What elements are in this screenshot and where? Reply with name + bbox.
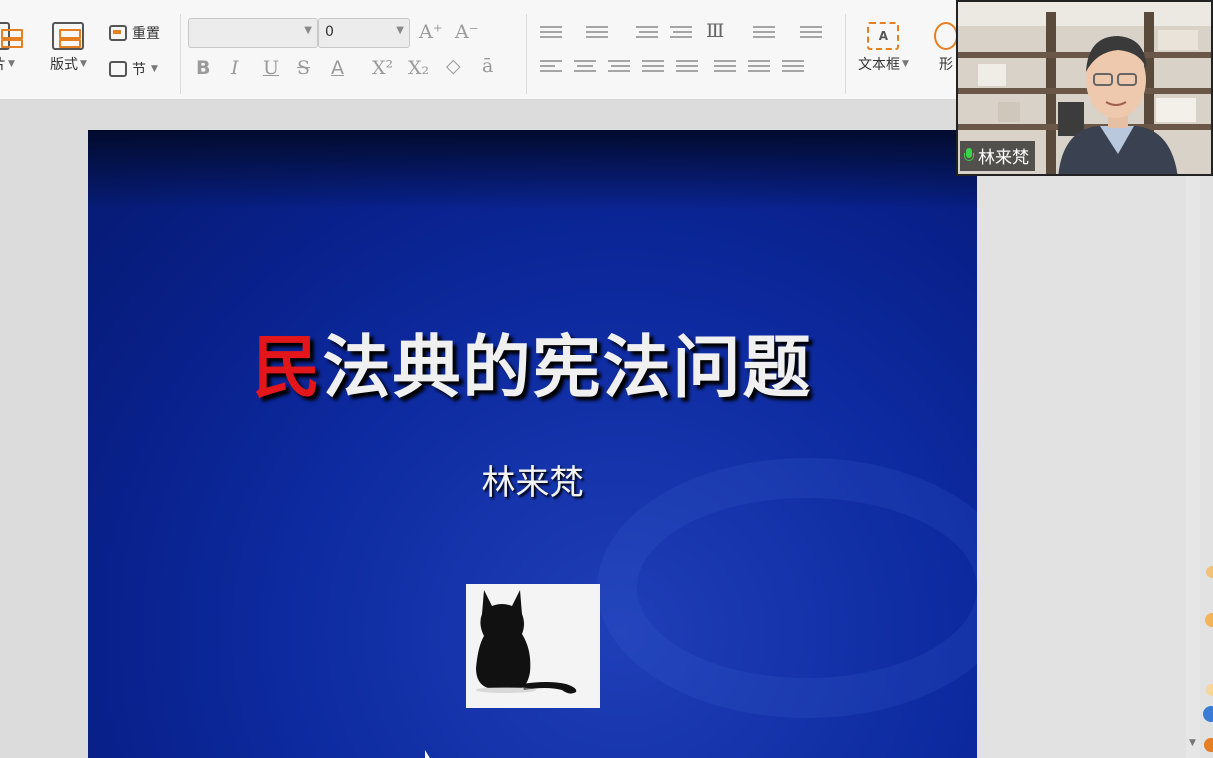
title-highlight: 民 [252,329,323,408]
vertical-scrollbar[interactable] [1186,176,1200,758]
subscript-icon[interactable]: X₂ [408,57,429,79]
scroll-down-icon[interactable]: ▼ [1189,738,1196,748]
participant-name-tag: 林来梵 [960,141,1035,171]
cat-image[interactable] [466,584,600,708]
text-box-icon: A [867,22,900,50]
justify-icon[interactable] [642,60,664,78]
title-text: 法典的宪法问题 [322,329,813,408]
numbered-list-icon[interactable] [586,26,608,44]
divider [526,14,527,94]
font-size-select[interactable]: 0 ▼ [318,18,410,48]
shape-button[interactable]: 形 [934,22,958,74]
font-name-select[interactable]: ▼ [188,18,318,48]
chevron-down-icon: ▼ [396,25,404,36]
eraser-icon[interactable]: ◇ [446,55,461,77]
divider [180,14,181,94]
align-right-icon[interactable] [608,60,630,78]
layout-button[interactable]: 版式 ▼ [50,22,87,74]
italic-icon[interactable]: I [231,57,239,79]
bold-icon[interactable]: B [196,57,210,79]
line-spacing-icon[interactable] [800,26,822,44]
chevron-down-icon: ▼ [8,59,15,69]
superscript-icon[interactable]: X² [372,57,393,79]
align-left-icon[interactable] [540,60,562,78]
increase-indent-icon[interactable] [670,26,692,44]
chevron-down-icon: ▼ [80,59,87,69]
font-color-icon[interactable]: A [331,57,344,79]
shape-icon [934,22,958,50]
participant-name: 林来梵 [978,148,1029,168]
section-icon [109,61,127,77]
chevron-down-icon: ▼ [151,64,158,74]
video-window[interactable]: 林来梵 [956,0,1213,176]
divider [845,14,846,94]
reset-button[interactable]: 重置 [109,23,160,43]
mouse-cursor-icon [425,750,431,758]
slide-icon [0,22,24,50]
section-button[interactable]: 节 ▼ [109,59,158,79]
distribute-icon[interactable] [676,60,698,78]
bullet-list-icon[interactable] [540,26,562,44]
reset-icon [109,25,127,41]
decrease-indent-icon[interactable] [636,26,658,44]
slide-author[interactable]: 林来梵 [88,455,977,504]
phonetic-icon[interactable]: ā [482,55,493,77]
side-pane [977,176,1213,758]
increase-font-icon[interactable]: A⁺ [419,21,443,43]
text-box-button[interactable]: A 文本框 ▼ [858,22,909,74]
strikethrough-icon[interactable]: S [297,57,310,79]
decoration-icon [1203,566,1213,752]
align-text-icon[interactable] [753,26,775,44]
layout-icon [52,22,85,50]
chevron-down-icon: ▼ [902,59,909,69]
decrease-font-icon[interactable]: A⁻ [455,21,479,43]
line-spacing-options-icon[interactable] [782,60,804,78]
chevron-down-icon: ▼ [304,25,312,36]
microphone-icon [964,147,974,164]
align-center-icon[interactable] [574,60,596,78]
paragraph-spacing-icon[interactable] [714,60,736,78]
underline-icon[interactable]: U [263,57,279,79]
slide-title[interactable]: 民法典的宪法问题 [88,312,977,411]
slide-canvas[interactable]: 民法典的宪法问题 林来梵 [88,130,977,758]
text-direction-icon[interactable]: Ⅲ [706,20,724,42]
cat-silhouette-icon [476,590,577,694]
column-spacing-icon[interactable] [748,60,770,78]
new-slide-button[interactable]: 片▼ [0,22,24,74]
